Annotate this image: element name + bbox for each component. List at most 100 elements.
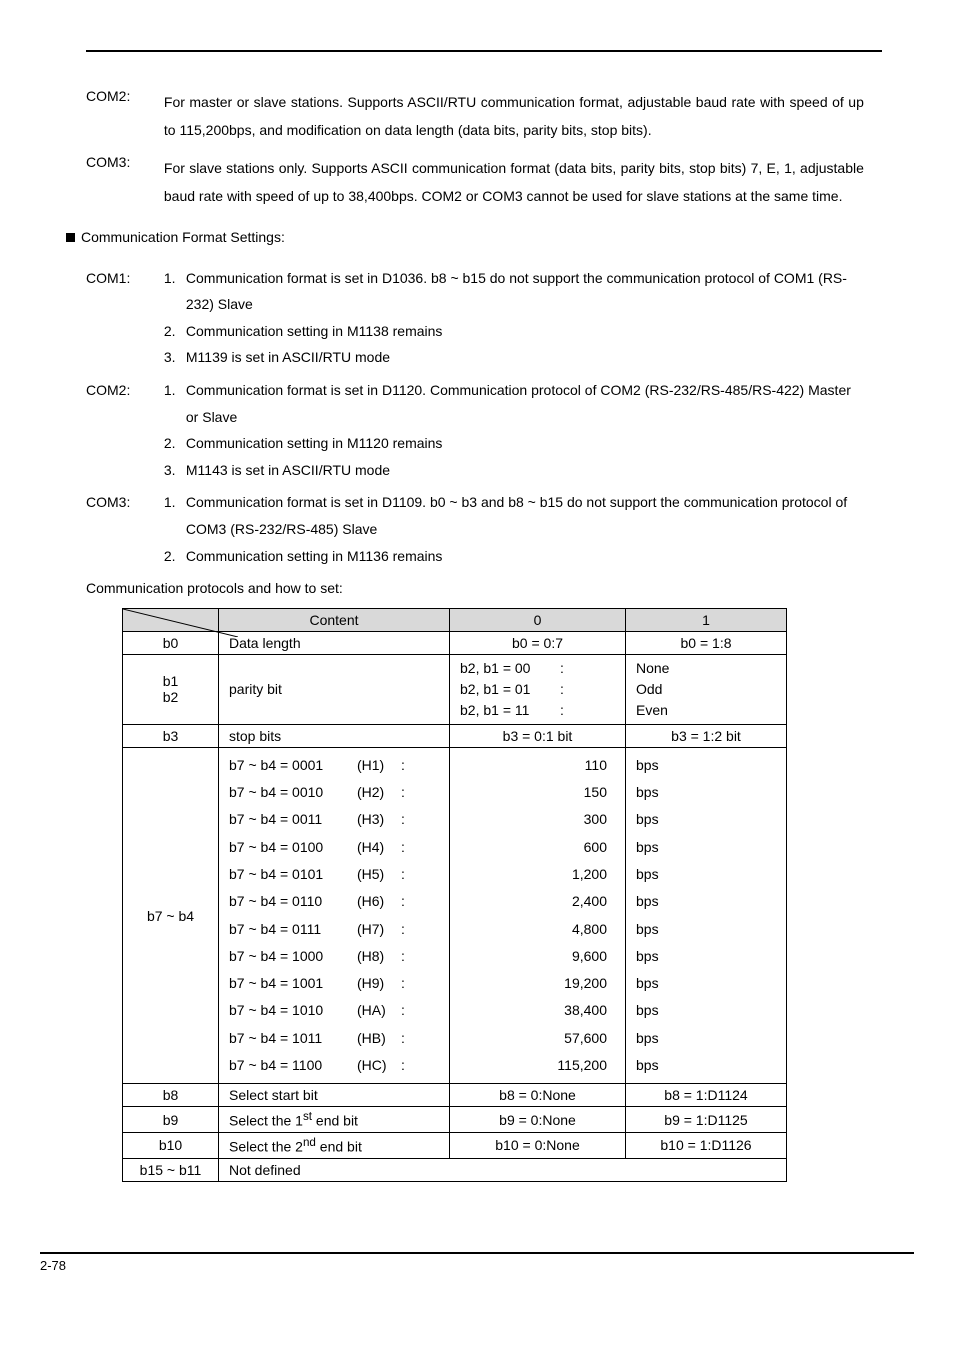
baud-c-0: :: [401, 752, 411, 779]
intro-com3-label: COM3:: [86, 154, 160, 170]
baud-c-8: :: [401, 970, 411, 997]
hdr-zero: 0: [450, 608, 626, 631]
b9-label: Select the 1st end bit: [219, 1107, 450, 1133]
baud-b-0: (H1): [357, 752, 401, 779]
baud-a-9: b7 ~ b4 = 1010: [229, 997, 357, 1024]
baud-u-0: bps: [636, 752, 776, 779]
baud-a-6: b7 ~ b4 = 0111: [229, 916, 357, 943]
baud-zero: 110 150 300 600 1,200 2,400 4,800 9,600 …: [450, 747, 626, 1084]
com1-body: 1.Communication format is set in D1036. …: [164, 265, 864, 371]
row-b10: b10: [123, 1132, 219, 1158]
baud-c-9: :: [401, 997, 411, 1024]
diagonal-header: [123, 608, 219, 631]
intro-com2: COM2: For master or slave stations. Supp…: [86, 88, 882, 144]
parity-c-2: :: [560, 700, 570, 721]
b3-zero: b3 = 0:1 bit: [450, 724, 626, 747]
baud-a-4: b7 ~ b4 = 0101: [229, 861, 357, 888]
baud-c-11: :: [401, 1052, 411, 1079]
settings-com3: COM3: 1.Communication format is set in D…: [86, 489, 882, 569]
num-2: 2.: [164, 318, 186, 345]
b15b11-label: Not defined: [219, 1158, 787, 1181]
parity-o-0: None: [636, 658, 776, 679]
baud-u-4: bps: [636, 861, 776, 888]
page-number: 2-78: [40, 1258, 66, 1273]
baud-u-1: bps: [636, 779, 776, 806]
intro-com3-text: For slave stations only. Supports ASCII …: [164, 154, 864, 210]
hdr-content: Content: [219, 608, 450, 631]
settings-com2: COM2: 1.Communication format is set in D…: [86, 377, 882, 483]
baud-b-6: (H7): [357, 916, 401, 943]
b9-zero: b9 = 0:None: [450, 1107, 626, 1133]
baud-b-11: (HC): [357, 1052, 401, 1079]
baud-a-2: b7 ~ b4 = 0011: [229, 806, 357, 833]
settings-com1: COM1: 1.Communication format is set in D…: [86, 265, 882, 371]
baud-c-1: :: [401, 779, 411, 806]
baud-a-0: b7 ~ b4 = 0001: [229, 752, 357, 779]
com2-label: COM2:: [86, 377, 160, 404]
baud-b-1: (H2): [357, 779, 401, 806]
baud-b-8: (H9): [357, 970, 401, 997]
baud-c-10: :: [401, 1025, 411, 1052]
num-2c: 2.: [164, 543, 186, 570]
com3-body: 1.Communication format is set in D1109. …: [164, 489, 864, 569]
baud-a-10: b7 ~ b4 = 1011: [229, 1025, 357, 1052]
baud-a-8: b7 ~ b4 = 1001: [229, 970, 357, 997]
b10-one: b10 = 1:D1126: [626, 1132, 787, 1158]
row-b8: b8: [123, 1084, 219, 1107]
parity-o-2: Even: [636, 700, 776, 721]
com1-label: COM1:: [86, 265, 160, 292]
b1b2-one: None Odd Even: [626, 654, 787, 724]
b10-zero: b10 = 0:None: [450, 1132, 626, 1158]
b8-label: Select start bit: [219, 1084, 450, 1107]
num-1b: 1.: [164, 377, 186, 404]
b10-label: Select the 2nd end bit: [219, 1132, 450, 1158]
baud-z-0: 110: [460, 752, 607, 779]
baud-z-5: 2,400: [460, 888, 607, 915]
baud-a-3: b7 ~ b4 = 0100: [229, 834, 357, 861]
baud-z-10: 57,600: [460, 1025, 607, 1052]
baud-b-5: (H6): [357, 888, 401, 915]
baud-u-3: bps: [636, 834, 776, 861]
b0-one: b0 = 1:8: [626, 631, 787, 654]
baud-b-2: (H3): [357, 806, 401, 833]
b9-sup: st: [303, 1110, 312, 1123]
num-1: 1.: [164, 265, 186, 292]
com2-item-2: Communication setting in M1120 remains: [186, 430, 856, 457]
parity-c-0: :: [560, 658, 570, 679]
baud-c-3: :: [401, 834, 411, 861]
row-baud: b7 ~ b4: [123, 747, 219, 1084]
baud-one: bps bps bps bps bps bps bps bps bps bps …: [626, 747, 787, 1084]
baud-a-5: b7 ~ b4 = 0110: [229, 888, 357, 915]
b9-one: b9 = 1:D1125: [626, 1107, 787, 1133]
baud-u-6: bps: [636, 916, 776, 943]
com1-item-1: Communication format is set in D1036. b8…: [186, 265, 856, 318]
baud-c-5: :: [401, 888, 411, 915]
baud-u-2: bps: [636, 806, 776, 833]
b1b2-label: parity bit: [219, 654, 450, 724]
b10-pre: Select the 2: [229, 1139, 303, 1155]
num-2b: 2.: [164, 430, 186, 457]
bullet-square-icon: [66, 233, 75, 242]
b9-pre: Select the 1: [229, 1113, 303, 1129]
baud-z-11: 115,200: [460, 1052, 607, 1079]
com2-body: 1.Communication format is set in D1120. …: [164, 377, 864, 483]
baud-a-7: b7 ~ b4 = 1000: [229, 943, 357, 970]
baud-u-5: bps: [636, 888, 776, 915]
baud-z-7: 9,600: [460, 943, 607, 970]
b10-sup: nd: [303, 1136, 316, 1149]
parity-z-1: b2, b1 = 01: [460, 679, 560, 700]
baud-u-8: bps: [636, 970, 776, 997]
section-heading-text: Communication Format Settings:: [81, 229, 285, 245]
com2-item-1: Communication format is set in D1120. Co…: [186, 377, 856, 430]
num-3: 3.: [164, 344, 186, 371]
baud-b-10: (HB): [357, 1025, 401, 1052]
protocol-table: Content 0 1 b0 Data length b0 = 0:7 b0 =…: [122, 608, 787, 1182]
row-b9: b9: [123, 1107, 219, 1133]
num-3b: 3.: [164, 457, 186, 484]
com3-item-2: Communication setting in M1136 remains: [186, 543, 856, 570]
baud-c-7: :: [401, 943, 411, 970]
baud-u-11: bps: [636, 1052, 776, 1079]
b3-one: b3 = 1:2 bit: [626, 724, 787, 747]
baud-content: b7 ~ b4 = 0001(H1): b7 ~ b4 = 0010(H2): …: [219, 747, 450, 1084]
b3-label: stop bits: [219, 724, 450, 747]
